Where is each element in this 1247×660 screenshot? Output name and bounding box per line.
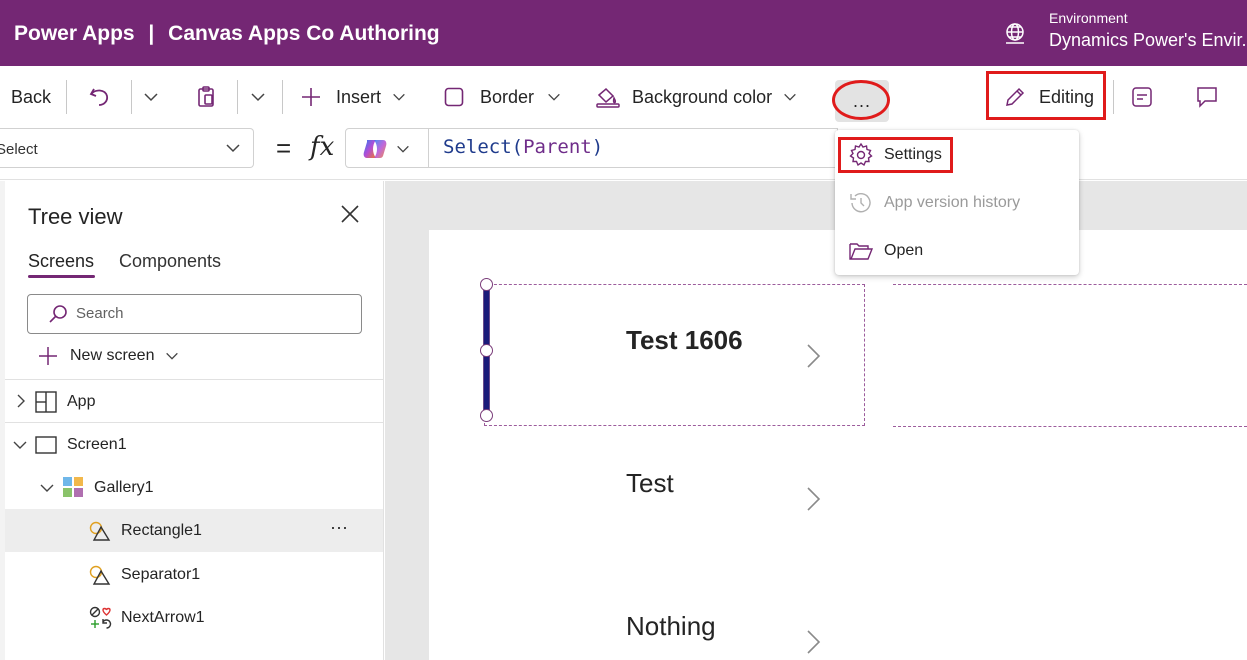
paste-dropdown-chevron-icon[interactable] (249, 84, 267, 110)
more-options-icon[interactable]: ··· (330, 517, 348, 538)
equals-sign: = (276, 133, 292, 163)
border-icon (444, 87, 464, 107)
chevron-down-icon (397, 145, 409, 153)
tree-view-title: Tree view (28, 204, 123, 229)
property-value: Select (0, 141, 38, 158)
tree-item-label: Rectangle1 (121, 522, 202, 539)
chevron-down-icon (226, 144, 240, 153)
gallery-icon (63, 477, 83, 497)
app-title: Power Apps | Canvas Apps Co Authoring (14, 22, 440, 46)
tree-item-label: Gallery1 (94, 479, 154, 496)
formula-argument: Parent (523, 136, 592, 158)
chevron-down-icon[interactable] (13, 439, 27, 451)
icons-icon (89, 606, 112, 629)
highlight-box (838, 137, 953, 173)
plus-icon (302, 88, 320, 106)
tab-screens[interactable]: Screens (28, 251, 94, 272)
tree-item-app[interactable]: App (5, 380, 383, 423)
screen-icon (35, 436, 57, 454)
undo-dropdown-chevron-icon[interactable] (142, 84, 160, 110)
tree-item-label: Screen1 (67, 436, 127, 453)
globe-icon[interactable] (1003, 22, 1027, 46)
chevron-down-icon (784, 93, 796, 101)
tree-item-separator1[interactable]: Separator1 (5, 553, 383, 596)
formula-open-paren: ( (511, 136, 524, 158)
paste-icon[interactable] (194, 84, 218, 110)
menu-item-open[interactable]: Open (848, 231, 1068, 271)
selection-guide (893, 284, 1247, 285)
insert-button[interactable]: Insert (300, 84, 407, 110)
gallery-item-title[interactable]: Test (626, 468, 674, 499)
formula-function: Select (443, 136, 512, 158)
resize-handle[interactable] (480, 409, 493, 422)
highlight-box (986, 71, 1106, 120)
resize-handle[interactable] (480, 344, 493, 357)
comments-icon[interactable] (1195, 84, 1219, 110)
divider (237, 80, 238, 114)
formula-text[interactable]: Select(Parent) (443, 136, 603, 158)
search-placeholder: Search (76, 305, 124, 322)
property-dropdown[interactable]: Select (0, 128, 254, 168)
formula-close-paren: ) (591, 136, 604, 158)
new-screen-button[interactable]: New screen (38, 346, 180, 366)
insert-label: Insert (336, 86, 382, 107)
background-color-button[interactable]: Background color (596, 84, 798, 110)
app-subtitle: Canvas Apps Co Authoring (168, 22, 440, 45)
app-icon (35, 391, 57, 413)
shapes-icon (89, 565, 111, 585)
menu-item-app-version-history: App version history (848, 183, 1068, 223)
tree-item-gallery1[interactable]: Gallery1 (5, 466, 383, 509)
divider (1113, 80, 1114, 114)
divider (282, 80, 283, 114)
plus-icon (39, 347, 57, 365)
search-icon (49, 305, 67, 323)
tree-item-nextarrow1[interactable]: NextArrow1 (5, 596, 383, 639)
chevron-right-icon[interactable] (15, 394, 27, 408)
tab-components[interactable]: Components (119, 251, 221, 272)
undo-icon[interactable] (88, 84, 112, 110)
app-name: Power Apps (14, 22, 135, 45)
active-tab-indicator (28, 275, 95, 278)
paint-bucket-icon (596, 87, 620, 108)
copilot-icon (363, 140, 387, 158)
chevron-right-icon[interactable] (806, 486, 822, 512)
chevron-down-icon (166, 352, 179, 360)
back-button[interactable]: Back (11, 84, 51, 110)
gallery-item-title[interactable]: Nothing (626, 611, 716, 642)
shapes-icon (89, 521, 111, 541)
chevron-right-icon[interactable] (806, 629, 822, 655)
back-label: Back (11, 86, 52, 107)
chevron-right-icon[interactable] (806, 343, 822, 369)
tree-item-rectangle1[interactable]: Rectangle1 ··· (5, 509, 383, 552)
notes-icon[interactable] (1131, 84, 1153, 110)
background-color-label: Background color (632, 86, 773, 107)
folder-open-icon (849, 243, 874, 260)
close-icon[interactable] (340, 204, 360, 224)
tree-item-screen1[interactable]: Screen1 (5, 423, 383, 466)
gallery-item-title[interactable]: Test 1606 (626, 325, 743, 356)
new-screen-label: New screen (70, 347, 155, 364)
highlight-ring (832, 80, 890, 120)
environment-value[interactable]: Dynamics Power's Envir... (1049, 30, 1247, 51)
chevron-down-icon[interactable] (40, 482, 54, 494)
title-bar: Power Apps | Canvas Apps Co Authoring En… (0, 0, 1247, 66)
title-separator: | (148, 22, 155, 45)
fx-icon[interactable]: fx (310, 132, 334, 162)
resize-handle[interactable] (480, 278, 493, 291)
history-icon (850, 193, 871, 213)
border-label: Border (480, 86, 535, 107)
divider (66, 80, 67, 114)
divider (131, 80, 132, 114)
menu-item-label: Open (884, 242, 924, 259)
tree-item-label: Separator1 (121, 566, 201, 583)
menu-item-label: App version history (884, 194, 1021, 211)
tree-item-label: NextArrow1 (121, 609, 205, 626)
border-button[interactable]: Border (444, 84, 562, 110)
chevron-down-icon (393, 93, 405, 101)
chevron-down-icon (548, 93, 560, 101)
copilot-button[interactable] (345, 128, 429, 168)
tree-item-label: App (67, 393, 96, 410)
selection-guide (893, 426, 1247, 427)
environment-label: Environment (1049, 10, 1128, 26)
